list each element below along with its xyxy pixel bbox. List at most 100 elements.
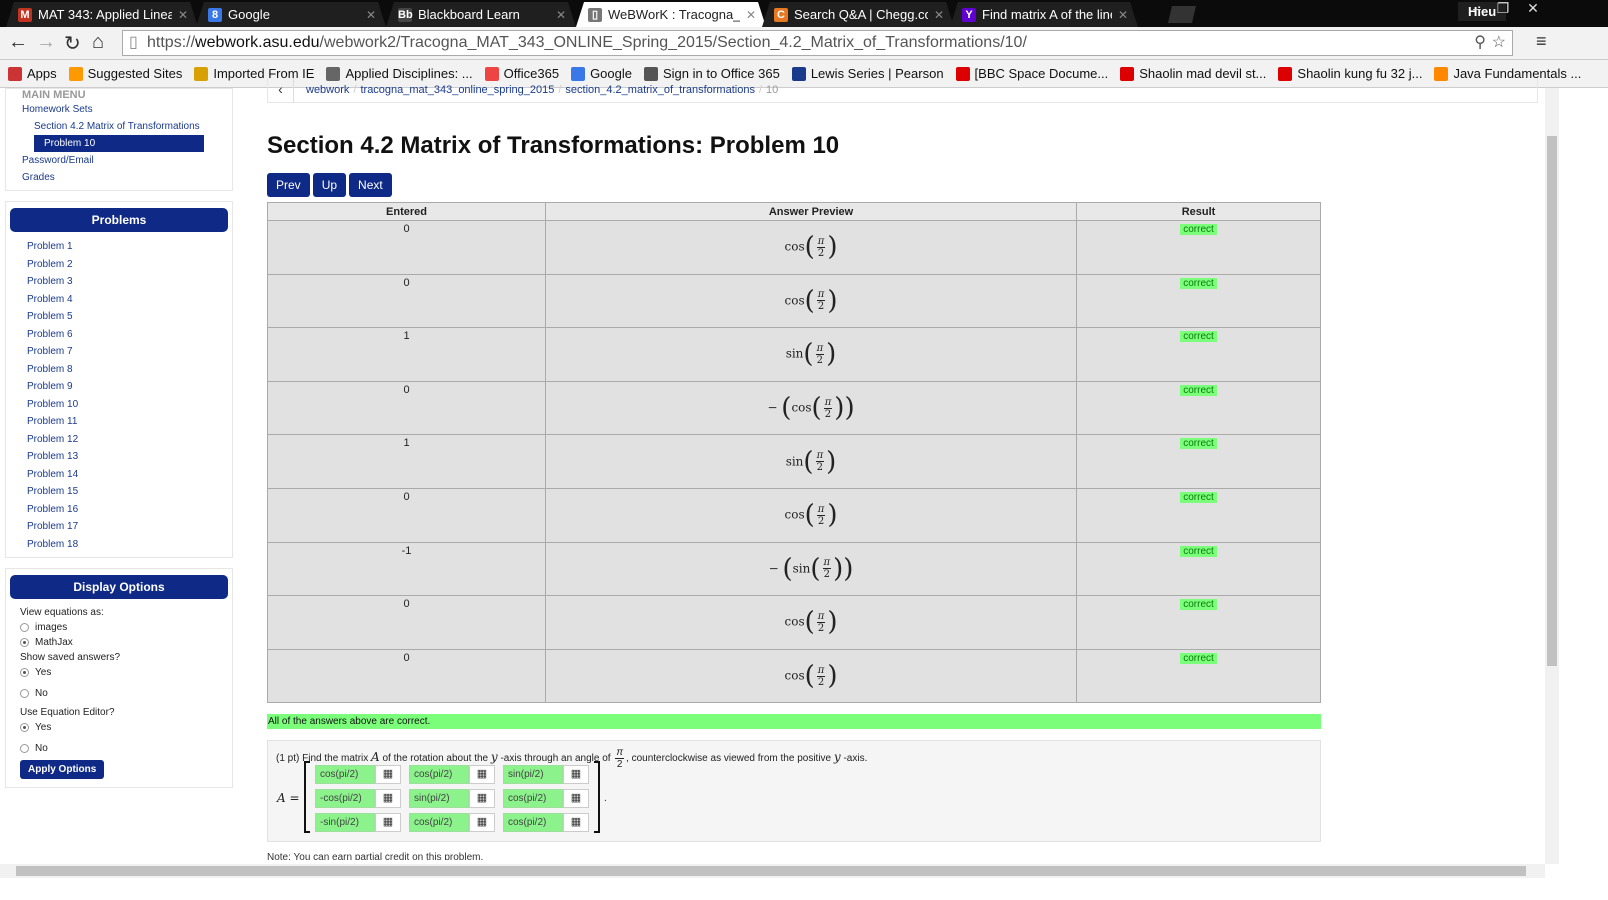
bookmark-item[interactable]: Apps <box>8 66 57 81</box>
result-cell: correct <box>1076 380 1321 436</box>
next-button[interactable]: Next <box>349 173 392 197</box>
matrix-input[interactable]: cos(pi/2) <box>409 765 469 784</box>
problem-link-7[interactable]: Problem 7 <box>10 343 228 361</box>
section-link[interactable]: Section 4.2 Matrix of Transformations <box>10 118 228 135</box>
keypad-icon[interactable]: ▦ <box>469 813 495 832</box>
fraction-numerator: π <box>822 557 832 570</box>
radio-label: Yes <box>35 722 52 733</box>
keypad-icon[interactable]: ▦ <box>563 765 589 784</box>
back-arrow-icon[interactable]: ← <box>8 31 28 54</box>
problem-link-14[interactable]: Problem 14 <box>10 466 228 484</box>
problem-link-3[interactable]: Problem 3 <box>10 273 228 291</box>
keypad-icon[interactable]: ▦ <box>469 789 495 808</box>
status-badge: correct <box>1180 277 1217 289</box>
minimize-icon[interactable]: – <box>1464 0 1490 16</box>
current-problem-link[interactable]: Problem 10 <box>34 135 204 152</box>
problem-link-4[interactable]: Problem 4 <box>10 291 228 309</box>
problem-link-2[interactable]: Problem 2 <box>10 256 228 274</box>
matrix-input[interactable]: sin(pi/2) <box>503 765 563 784</box>
radio-editor-yes[interactable]: Yes <box>10 720 228 735</box>
tab-2[interactable]: 8 Google ✕ <box>196 2 386 27</box>
matrix-input[interactable]: cos(pi/2) <box>409 813 469 832</box>
forward-arrow-icon[interactable]: → <box>36 31 56 54</box>
trailing-period: . <box>604 793 607 804</box>
problem-link-12[interactable]: Problem 12 <box>10 431 228 449</box>
matrix-label: A = <box>277 791 300 805</box>
apply-options-button[interactable]: Apply Options <box>20 760 105 779</box>
vertical-scrollbar[interactable] <box>1545 88 1559 864</box>
problem-link-17[interactable]: Problem 17 <box>10 518 228 536</box>
problem-link-15[interactable]: Problem 15 <box>10 483 228 501</box>
home-icon[interactable]: ⌂ <box>92 31 104 54</box>
chevron-left-icon[interactable]: ‹ <box>268 77 294 103</box>
restore-icon[interactable]: ❐ <box>1490 0 1516 17</box>
radio-saved-yes[interactable]: Yes <box>10 665 228 680</box>
problem-link-5[interactable]: Problem 5 <box>10 308 228 326</box>
matrix-input[interactable]: -cos(pi/2) <box>315 789 375 808</box>
tab-4[interactable]: ▯ WeBWorK : Tracogna_MA ✕ <box>576 2 766 27</box>
radio-editor-no[interactable]: No <box>10 741 228 756</box>
problem-link-9[interactable]: Problem 9 <box>10 378 228 396</box>
close-tab-icon[interactable]: ✕ <box>746 8 756 22</box>
close-tab-icon[interactable]: ✕ <box>556 8 566 22</box>
matrix-input[interactable]: -sin(pi/2) <box>315 813 375 832</box>
table-row: 0− (cos(π 2)) correct <box>267 380 1321 436</box>
reload-icon[interactable]: ↻ <box>64 31 81 56</box>
problem-link-8[interactable]: Problem 8 <box>10 361 228 379</box>
password-email-link[interactable]: Password/Email <box>10 152 228 169</box>
radio-label: No <box>35 688 48 699</box>
menu-icon[interactable]: ≡ <box>1536 31 1547 52</box>
problem-link-13[interactable]: Problem 13 <box>10 448 228 466</box>
close-tab-icon[interactable]: ✕ <box>178 8 188 22</box>
address-bar[interactable]: ▯ https://webwork.asu.edu/webwork2/Traco… <box>122 30 1513 56</box>
fraction-numerator: π <box>815 450 825 463</box>
matrix-input[interactable]: sin(pi/2) <box>409 789 469 808</box>
breadcrumb-link[interactable]: tracogna_mat_343_online_spring_2015 <box>360 84 554 96</box>
star-icon[interactable]: ☆ <box>1492 31 1506 55</box>
new-tab-button[interactable] <box>1168 6 1196 23</box>
result-cell: correct <box>1076 595 1321 650</box>
keypad-icon[interactable]: ▦ <box>375 765 401 784</box>
problem-link-10[interactable]: Problem 10 <box>10 396 228 414</box>
breadcrumb-link[interactable]: section_4.2_matrix_of_transformations <box>565 84 755 96</box>
radio-mathjax[interactable]: MathJax <box>10 635 228 650</box>
radio-saved-no[interactable]: No <box>10 686 228 701</box>
keypad-icon[interactable]: ▦ <box>563 789 589 808</box>
problem-link-1[interactable]: Problem 1 <box>10 238 228 256</box>
breadcrumb-link[interactable]: webwork <box>306 84 349 96</box>
tab-1[interactable]: M MAT 343: Applied Linear A ✕ <box>6 2 198 27</box>
homework-sets-link[interactable]: Homework Sets <box>10 101 228 118</box>
horizontal-scrollbar[interactable] <box>0 864 1545 878</box>
radio-images[interactable]: images <box>10 620 228 635</box>
bookmark-item[interactable]: Suggested Sites <box>68 66 182 81</box>
keypad-icon[interactable]: ▦ <box>563 813 589 832</box>
matrix-input[interactable]: cos(pi/2) <box>503 813 563 832</box>
minus-sign: − <box>767 400 782 415</box>
keypad-icon[interactable]: ▦ <box>375 813 401 832</box>
close-tab-icon[interactable]: ✕ <box>1118 8 1128 22</box>
matrix-input[interactable]: cos(pi/2) <box>503 789 563 808</box>
prev-button[interactable]: Prev <box>267 173 310 197</box>
tab-3[interactable]: Bb Blackboard Learn ✕ <box>386 2 576 27</box>
grades-link[interactable]: Grades <box>10 169 228 186</box>
close-tab-icon[interactable]: ✕ <box>934 8 944 22</box>
problem-link-6[interactable]: Problem 6 <box>10 326 228 344</box>
var-y: y <box>833 750 841 765</box>
close-window-icon[interactable]: ✕ <box>1520 0 1546 17</box>
keypad-icon[interactable]: ▦ <box>469 765 495 784</box>
scroll-thumb[interactable] <box>16 866 1526 876</box>
keypad-icon[interactable]: ▦ <box>375 789 401 808</box>
result-cell: correct <box>1076 487 1321 543</box>
scroll-thumb[interactable] <box>1547 136 1557 666</box>
tab-6[interactable]: Y Find matrix A of the linear ✕ <box>950 2 1138 27</box>
fraction-denominator: 2 <box>817 247 825 259</box>
close-tab-icon[interactable]: ✕ <box>366 8 376 22</box>
problem-link-18[interactable]: Problem 18 <box>10 536 228 554</box>
problem-link-11[interactable]: Problem 11 <box>10 413 228 431</box>
problem-link-16[interactable]: Problem 16 <box>10 501 228 519</box>
search-icon[interactable]: ⚲ <box>1474 31 1486 55</box>
up-button[interactable]: Up <box>312 173 347 197</box>
col-preview: Answer Preview <box>545 202 1077 221</box>
tab-5[interactable]: C Search Q&A | Chegg.com ✕ <box>762 2 954 27</box>
matrix-input[interactable]: cos(pi/2) <box>315 765 375 784</box>
